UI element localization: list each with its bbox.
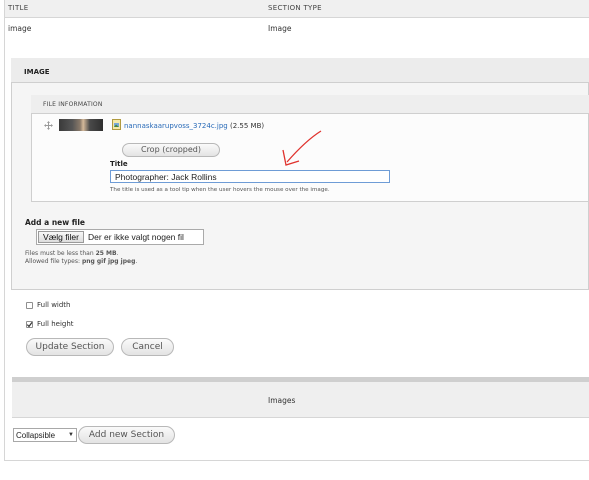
title-field-label: Title (110, 160, 128, 168)
file-information-title: FILE INFORMATION (43, 101, 103, 108)
file-information-header (31, 95, 589, 114)
file-size: (2.55 MB) (229, 122, 265, 130)
full-width-checkbox[interactable] (26, 302, 33, 309)
file-info-line: nannaskaarupvoss_3724c.jpg (2.55 MB) (124, 122, 264, 130)
cancel-button[interactable]: Cancel (121, 338, 174, 356)
image-thumbnail (59, 119, 103, 131)
images-section-bar[interactable] (12, 382, 589, 418)
add-file-label: Add a new file (25, 218, 86, 227)
full-height-checkbox[interactable] (26, 321, 33, 328)
image-file-icon (112, 119, 121, 130)
collapsible-select-value: Collapsible (16, 431, 56, 440)
full-width-label[interactable]: Full width (37, 301, 71, 309)
title-help-text: The title is used as a tool tip when the… (110, 187, 330, 193)
image-panel-title: IMAGE (24, 68, 50, 76)
row-section-type-cell: Image (268, 24, 292, 33)
image-panel-header (11, 58, 589, 83)
row-title-cell: image (8, 24, 32, 33)
full-height-label[interactable]: Full height (37, 320, 74, 328)
file-size-limit-text: Files must be less than 25 MB. (25, 250, 119, 257)
choose-file-button[interactable]: Vælg filer (38, 231, 84, 243)
column-header-section-type[interactable]: SECTION TYPE (268, 4, 322, 12)
no-file-chosen-text: Der er ikke valgt nogen fil (88, 232, 184, 242)
title-input[interactable] (110, 170, 390, 183)
file-name-link[interactable]: nannaskaarupvoss_3724c.jpg (124, 122, 228, 130)
add-new-section-button[interactable]: Add new Section (78, 426, 175, 444)
checkmark-icon (26, 322, 33, 328)
allowed-file-types-text: Allowed file types: png gif jpg jpeg. (25, 258, 138, 265)
chevron-down-icon: ▼ (68, 432, 74, 438)
update-section-button[interactable]: Update Section (26, 338, 114, 356)
collapsible-select[interactable]: Collapsible ▼ (13, 428, 77, 442)
images-section-label: Images (268, 396, 296, 405)
drag-handle-icon[interactable] (44, 121, 53, 130)
crop-button[interactable]: Crop (cropped) (122, 143, 220, 157)
annotation-arrow-icon (282, 130, 322, 166)
column-header-title[interactable]: TITLE (8, 4, 28, 12)
